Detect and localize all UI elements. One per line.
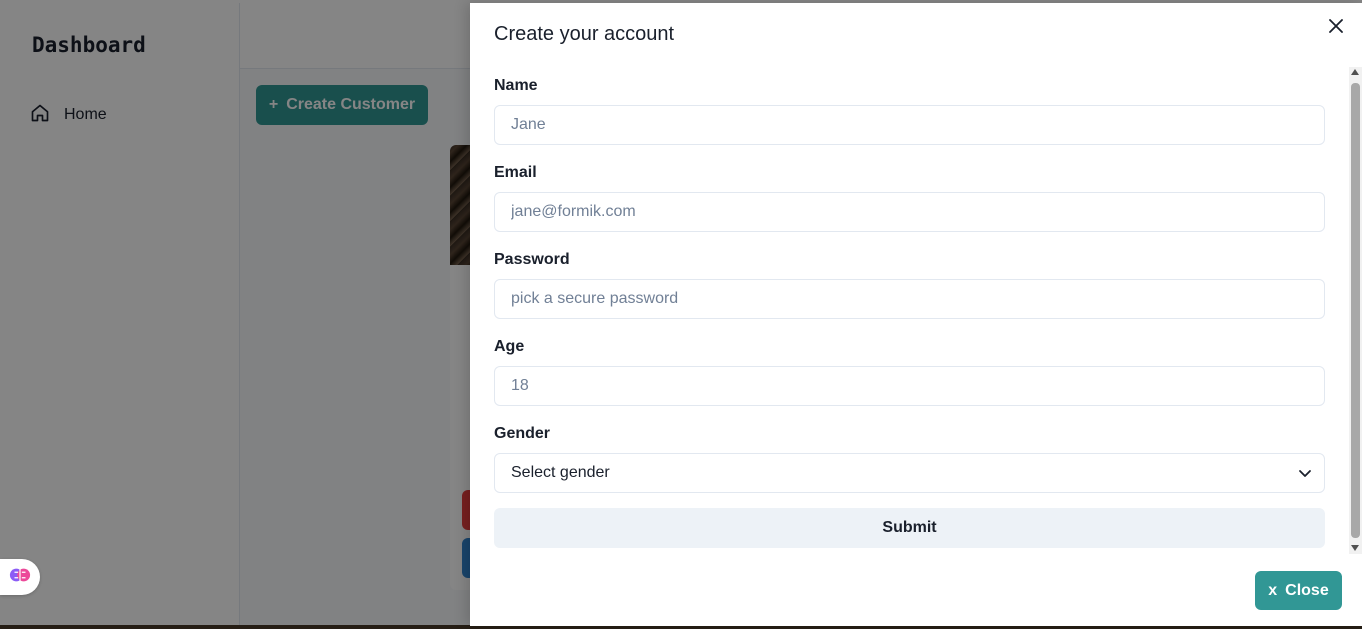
email-input[interactable] [494, 192, 1325, 232]
name-input[interactable] [494, 105, 1325, 145]
brain-icon [9, 564, 31, 591]
email-label: Email [494, 164, 537, 181]
scroll-thumb[interactable] [1351, 83, 1360, 538]
age-input[interactable] [494, 366, 1325, 406]
chevron-down-icon [1298, 466, 1312, 480]
close-icon [1329, 18, 1343, 36]
age-label: Age [494, 338, 525, 355]
name-label: Name [494, 77, 538, 94]
drawer-close-button[interactable] [1324, 15, 1348, 39]
password-input[interactable] [494, 279, 1325, 319]
submit-button[interactable]: Submit [494, 508, 1325, 548]
extension-badge[interactable] [0, 559, 40, 595]
scroll-down-arrow-icon[interactable] [1351, 545, 1359, 551]
drawer-title: Create your account [494, 23, 675, 45]
scroll-up-arrow-icon[interactable] [1351, 69, 1359, 75]
account-form: Name Email Password Age Gender Select ge… [494, 67, 1325, 548]
footer-close-label: Close [1285, 581, 1329, 599]
gender-label: Gender [494, 425, 551, 442]
footer-close-button[interactable]: x Close [1255, 571, 1342, 610]
drawer-scrollbar[interactable] [1349, 67, 1362, 554]
close-x-glyph: x [1268, 581, 1278, 599]
gender-select[interactable]: Select gender [494, 453, 1325, 493]
create-account-drawer: Create your account Name Email Password … [470, 3, 1362, 626]
gender-select-value: Select gender [511, 464, 610, 481]
password-label: Password [494, 251, 570, 268]
